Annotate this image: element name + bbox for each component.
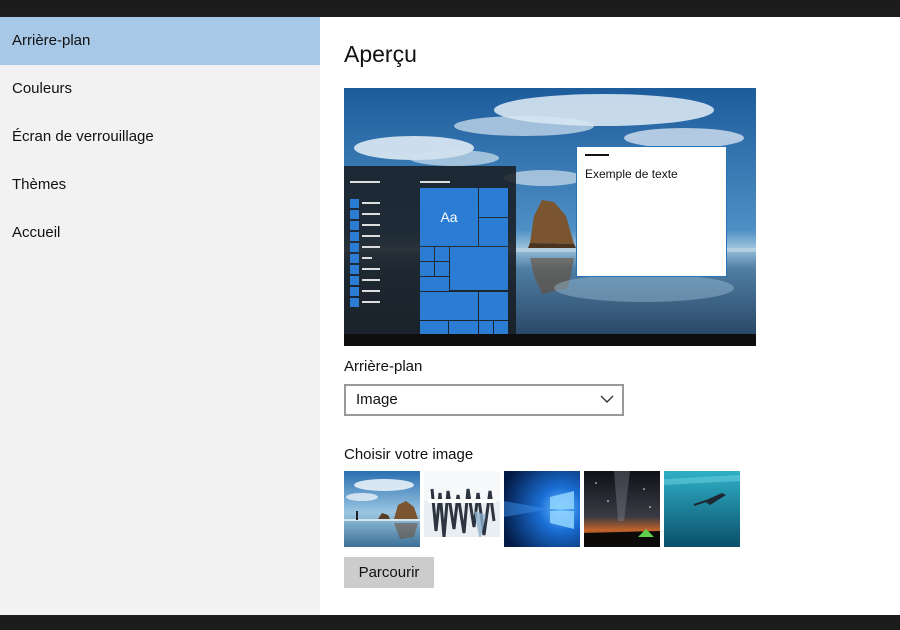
thumbnail-windows-logo[interactable] bbox=[504, 471, 580, 547]
sidebar-item-accueil[interactable]: Accueil bbox=[0, 209, 320, 257]
preview-area: Aa Exemple de texte bbox=[344, 88, 756, 346]
thumbnail-icy-waterfall[interactable] bbox=[424, 471, 500, 547]
window-top-bar bbox=[0, 0, 900, 15]
background-dropdown[interactable]: Image bbox=[344, 384, 624, 416]
page-title: Aperçu bbox=[344, 41, 417, 67]
background-label: Arrière-plan bbox=[344, 358, 423, 375]
window-bottom-bar bbox=[0, 615, 900, 630]
main-panel: Aperçu Aa Exemple de texte Arrière-plan … bbox=[320, 17, 900, 615]
background-dropdown-value: Image bbox=[356, 391, 398, 408]
tile-aa-label: Aa bbox=[440, 209, 457, 225]
start-menu-tiles: Aa bbox=[350, 181, 508, 334]
chevron-down-icon bbox=[600, 395, 614, 403]
sample-window: Exemple de texte bbox=[576, 146, 727, 277]
sidebar-item-ecran-verrouillage[interactable]: Écran de verrouillage bbox=[0, 113, 320, 161]
sidebar-item-themes[interactable]: Thèmes bbox=[0, 161, 320, 209]
start-menu-preview: Aa bbox=[344, 166, 516, 334]
sample-text: Exemple de texte bbox=[585, 167, 678, 181]
sidebar-item-couleurs[interactable]: Couleurs bbox=[0, 65, 320, 113]
thumbnail-underwater-swimmer[interactable] bbox=[664, 471, 740, 547]
thumbnail-beach-rock[interactable] bbox=[344, 471, 420, 547]
sidebar: Arrière-plan Couleurs Écran de verrouill… bbox=[0, 17, 320, 615]
choose-image-label: Choisir votre image bbox=[344, 446, 474, 463]
sample-window-titlebar bbox=[585, 154, 609, 156]
browse-button[interactable]: Parcourir bbox=[344, 557, 434, 588]
sidebar-item-arriere-plan[interactable]: Arrière-plan bbox=[0, 17, 320, 65]
thumbnail-night-sky-tent[interactable] bbox=[584, 471, 660, 547]
preview-taskbar bbox=[344, 334, 756, 346]
